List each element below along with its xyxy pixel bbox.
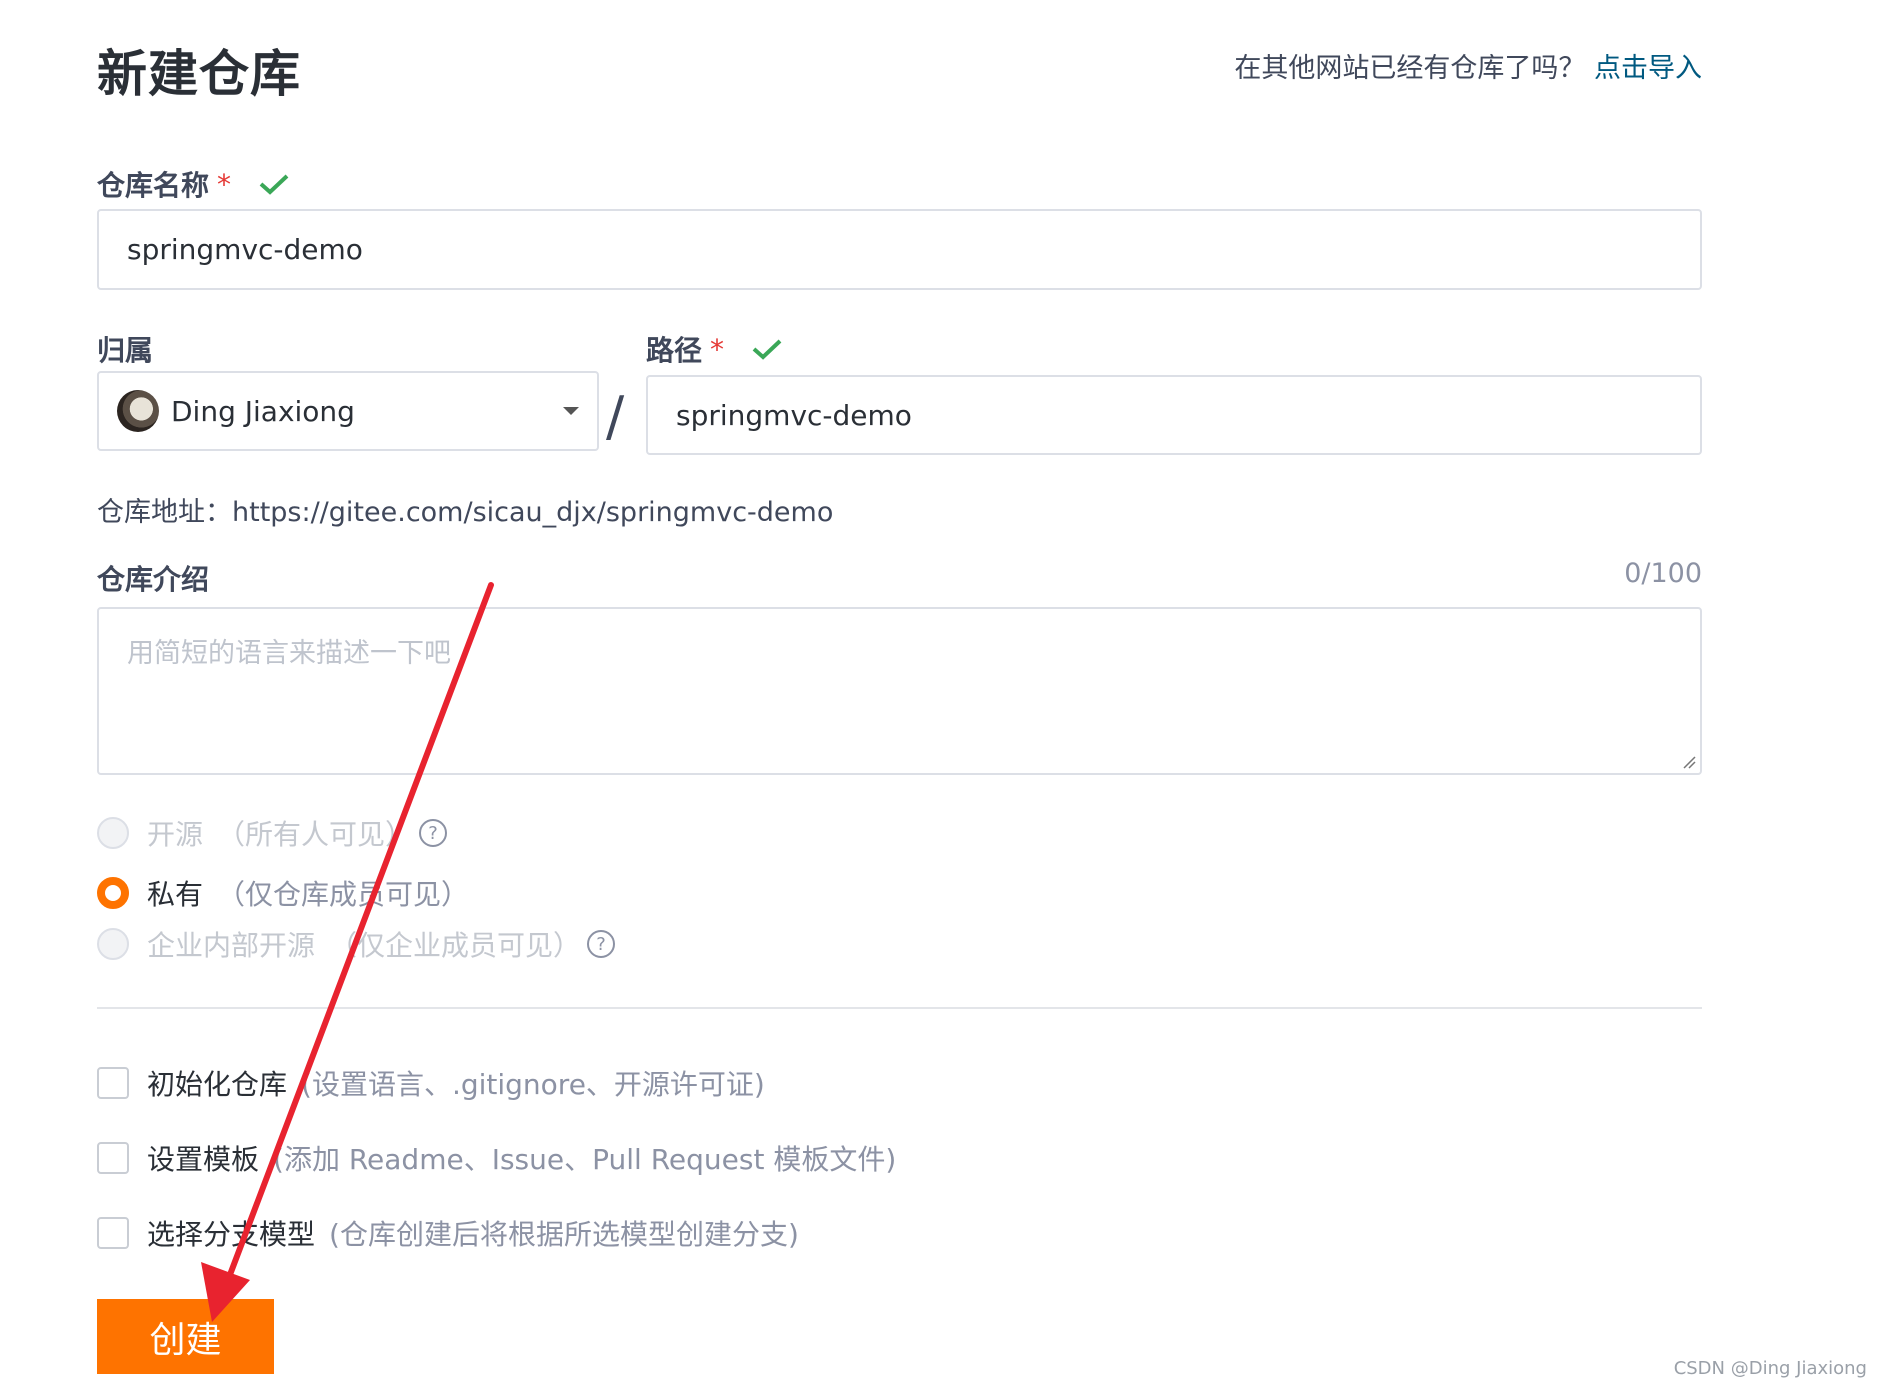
check-icon — [752, 339, 782, 360]
radio-button[interactable] — [97, 817, 129, 849]
radio-enterprise[interactable]: 企业内部开源 （仅企业成员可见） ? — [97, 924, 616, 964]
check-icon — [259, 174, 289, 195]
import-link[interactable]: 点击导入 — [1594, 53, 1702, 84]
radio-private[interactable]: 私有 （仅仓库成员可见） — [97, 873, 469, 913]
owner-value: Ding Jiaxiong — [171, 394, 355, 428]
radio-label: 私有 — [147, 878, 204, 911]
description-placeholder: 用简短的语言来描述一下吧 — [127, 638, 451, 669]
help-icon[interactable]: ? — [419, 819, 448, 847]
checkbox[interactable] — [97, 1217, 129, 1249]
resize-handle-icon[interactable] — [1682, 755, 1696, 769]
option-branch-model[interactable]: 选择分支模型 (仓库创建后将根据所选模型创建分支) — [97, 1213, 799, 1253]
new-repo-page: 新建仓库 在其他网站已经有仓库了吗？ 点击导入 仓库名称 * springmvc… — [0, 0, 1877, 1393]
repo-name-label: 仓库名称 * — [97, 164, 289, 204]
description-label: 仓库介绍 — [97, 558, 209, 598]
help-icon[interactable]: ? — [587, 930, 616, 958]
import-hint: 在其他网站已经有仓库了吗？ 点击导入 — [1234, 46, 1702, 85]
path-input[interactable]: springmvc-demo — [646, 375, 1702, 455]
repo-url: 仓库地址：https://gitee.com/sicau_djx/springm… — [97, 490, 833, 529]
import-hint-text: 在其他网站已经有仓库了吗？ — [1234, 53, 1586, 84]
path-label-text: 路径 — [646, 334, 703, 367]
option-desc: (仓库创建后将根据所选模型创建分支) — [329, 1218, 799, 1251]
repo-name-label-text: 仓库名称 — [97, 169, 210, 202]
avatar — [117, 390, 159, 432]
radio-label: 开源 — [147, 818, 204, 851]
radio-label: 企业内部开源 — [147, 929, 316, 962]
page-title: 新建仓库 — [97, 45, 301, 103]
owner-label-text: 归属 — [97, 334, 154, 367]
watermark: CSDN @Ding Jiaxiong — [1673, 1358, 1867, 1379]
owner-label: 归属 — [97, 329, 153, 369]
repo-url-label: 仓库地址： — [97, 497, 232, 528]
path-label: 路径 * — [646, 329, 782, 369]
required-mark: * — [710, 332, 725, 366]
checkbox[interactable] — [97, 1142, 129, 1174]
option-desc: (设置语言、.gitignore、开源许可证) — [301, 1068, 765, 1101]
option-label: 选择分支模型 — [147, 1218, 316, 1251]
description-label-text: 仓库介绍 — [97, 563, 210, 596]
repo-name-input[interactable]: springmvc-demo — [97, 209, 1702, 290]
required-mark: * — [217, 167, 232, 201]
option-label: 设置模板 — [147, 1143, 260, 1176]
description-textarea[interactable]: 用简短的语言来描述一下吧 — [97, 607, 1702, 775]
description-counter: 0/100 — [1624, 558, 1702, 589]
owner-select[interactable]: Ding Jiaxiong — [97, 371, 599, 451]
radio-button[interactable] — [97, 877, 129, 909]
radio-button[interactable] — [97, 928, 129, 960]
repo-url-value: https://gitee.com/sicau_djx/springmvc-de… — [232, 497, 834, 528]
create-button[interactable]: 创建 — [97, 1299, 274, 1374]
path-value: springmvc-demo — [676, 398, 912, 432]
path-separator: / — [606, 385, 625, 448]
option-desc: (添加 Readme、Issue、Pull Request 模板文件) — [273, 1143, 897, 1176]
option-template[interactable]: 设置模板 (添加 Readme、Issue、Pull Request 模板文件) — [97, 1138, 896, 1178]
option-init-repo[interactable]: 初始化仓库 (设置语言、.gitignore、开源许可证) — [97, 1063, 765, 1103]
repo-name-value: springmvc-demo — [127, 233, 363, 266]
divider — [97, 1007, 1702, 1009]
radio-desc: （仅企业成员可见） — [329, 929, 582, 962]
radio-desc: （仅仓库成员可见） — [217, 878, 470, 911]
radio-desc: （所有人可见） — [217, 818, 414, 851]
chevron-down-icon — [563, 407, 579, 415]
checkbox[interactable] — [97, 1067, 129, 1099]
radio-open-source[interactable]: 开源 （所有人可见） ? — [97, 813, 448, 853]
option-label: 初始化仓库 — [147, 1068, 288, 1101]
